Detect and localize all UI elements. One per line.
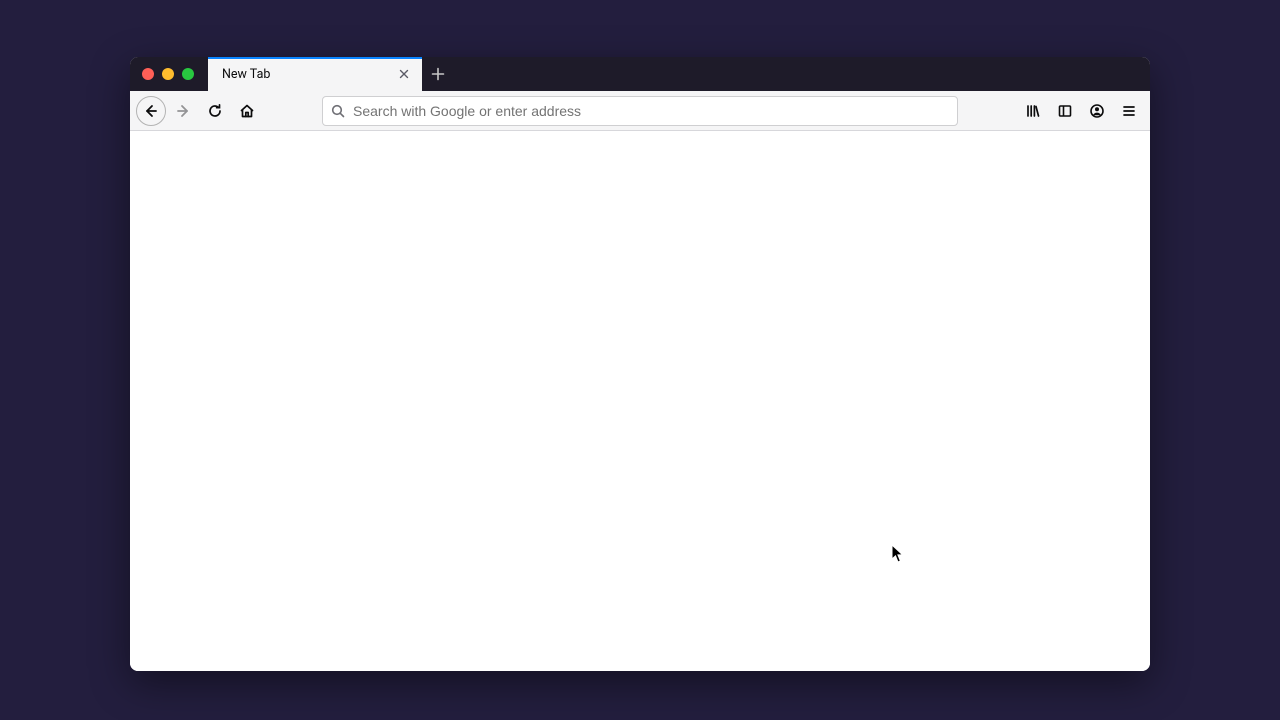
- window-zoom-button[interactable]: [182, 68, 194, 80]
- library-button[interactable]: [1018, 96, 1048, 126]
- back-button[interactable]: [136, 96, 166, 126]
- app-menu-button[interactable]: [1114, 96, 1144, 126]
- sidebar-button[interactable]: [1050, 96, 1080, 126]
- account-button[interactable]: [1082, 96, 1112, 126]
- tab-highlight: [208, 57, 422, 59]
- window-controls: [130, 57, 208, 91]
- arrow-left-icon: [143, 103, 159, 119]
- toolbar: [130, 91, 1150, 131]
- tab-active[interactable]: New Tab: [208, 57, 422, 91]
- new-tab-button[interactable]: [422, 57, 454, 91]
- plus-icon: [431, 67, 445, 81]
- window-minimize-button[interactable]: [162, 68, 174, 80]
- close-icon: [398, 68, 410, 80]
- tab-title: New Tab: [222, 67, 394, 82]
- address-input[interactable]: [353, 103, 949, 119]
- reload-button[interactable]: [200, 96, 230, 126]
- toolbar-right: [1018, 96, 1144, 126]
- search-icon: [331, 104, 345, 118]
- hamburger-icon: [1121, 103, 1137, 119]
- window-close-button[interactable]: [142, 68, 154, 80]
- tab-strip: New Tab: [130, 57, 1150, 91]
- page-content: [130, 131, 1150, 671]
- arrow-right-icon: [175, 103, 191, 119]
- home-icon: [239, 103, 255, 119]
- reload-icon: [207, 103, 223, 119]
- account-icon: [1089, 103, 1105, 119]
- home-button[interactable]: [232, 96, 262, 126]
- sidebar-icon: [1057, 103, 1073, 119]
- library-icon: [1025, 103, 1041, 119]
- address-bar[interactable]: [322, 96, 958, 126]
- forward-button[interactable]: [168, 96, 198, 126]
- tab-close-button[interactable]: [394, 64, 414, 84]
- browser-window: New Tab: [130, 57, 1150, 671]
